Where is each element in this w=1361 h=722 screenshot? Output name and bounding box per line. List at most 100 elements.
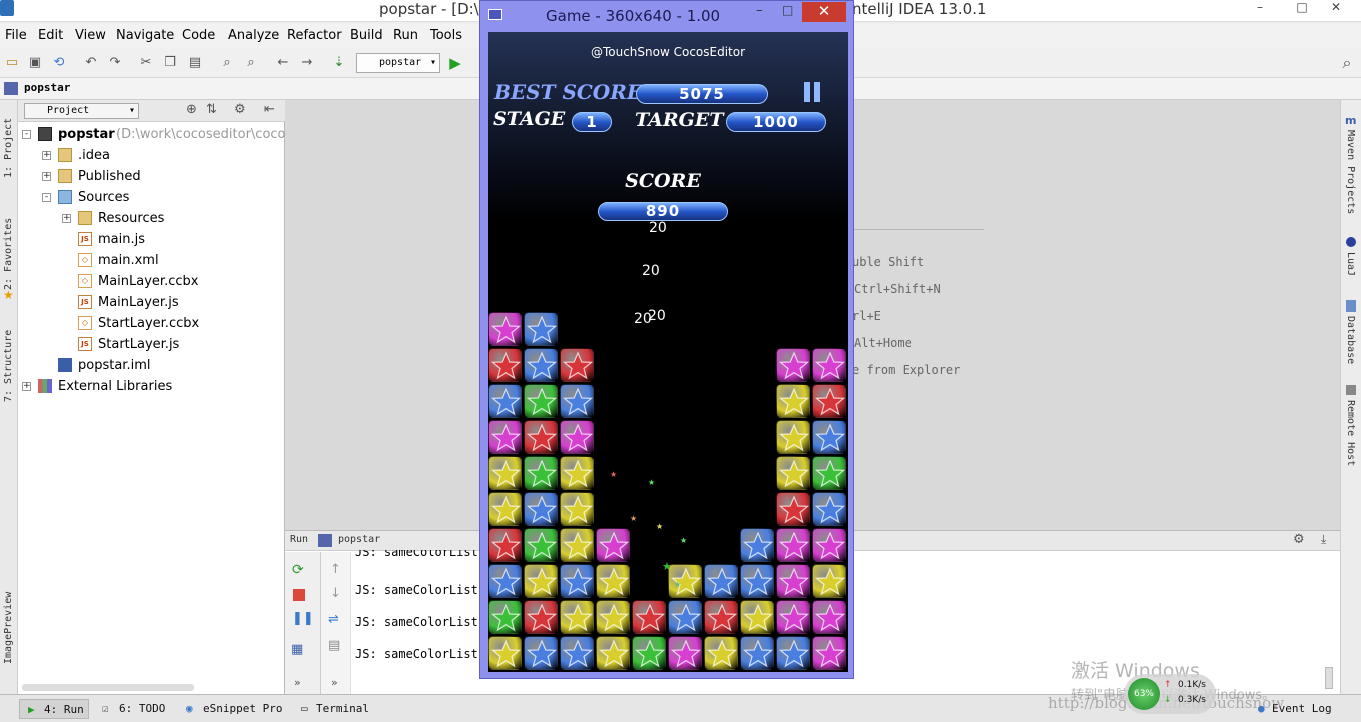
print-icon[interactable]: ▤ [328, 638, 340, 653]
star-tile-blue[interactable] [776, 636, 810, 670]
vertical-scrollbar[interactable] [1325, 667, 1333, 689]
run-config-tab[interactable]: popstar [338, 534, 380, 545]
minimize-button[interactable]: – [756, 3, 763, 18]
tree-file-main-js[interactable]: JS main.js [18, 229, 285, 250]
run-icon[interactable]: ▶ [446, 54, 464, 72]
tab-esnippet[interactable]: ◉ eSnippet Pro [184, 699, 282, 719]
star-tile-purple[interactable] [812, 636, 846, 670]
star-tile-yellow[interactable] [596, 600, 630, 634]
star-tile-blue[interactable] [524, 492, 558, 526]
tree-folder-sources[interactable]: - Sources [18, 187, 285, 208]
expand-toggle-icon[interactable]: + [42, 151, 51, 160]
build-icon[interactable]: ⇣ [330, 54, 348, 72]
tab-terminal[interactable]: ▭ Terminal [299, 699, 369, 719]
star-tile-purple[interactable] [488, 312, 522, 346]
star-tile-red[interactable] [560, 348, 594, 382]
search-icon[interactable]: ⌕ [1338, 54, 1356, 72]
up-icon[interactable]: ↑ [330, 562, 341, 577]
menu-refactor[interactable]: Refactor [287, 28, 342, 43]
tool-tab-favorites[interactable]: 2: Favorites [3, 210, 14, 290]
star-tile-purple[interactable] [560, 420, 594, 454]
star-tile-yellow[interactable] [776, 420, 810, 454]
menu-file[interactable]: File [5, 28, 27, 43]
star-tile-blue[interactable] [740, 528, 774, 562]
menu-view[interactable]: View [75, 28, 106, 43]
tree-file-mainlayer-ccbx[interactable]: ◇ MainLayer.ccbx [18, 271, 285, 292]
star-tile-purple[interactable] [596, 528, 630, 562]
menu-tools[interactable]: Tools [430, 28, 462, 43]
tree-folder-published[interactable]: + Published [18, 166, 285, 187]
star-tile-yellow[interactable] [560, 456, 594, 490]
collapse-icon[interactable]: ⇅ [206, 102, 217, 117]
star-tile-yellow[interactable] [524, 564, 558, 598]
menu-analyze[interactable]: Analyze [228, 28, 279, 43]
network-widget[interactable]: 63% ↑ 0.1K/s ↓ 0.3K/s [1124, 674, 1216, 714]
star-tile-yellow[interactable] [488, 492, 522, 526]
star-tile-blue[interactable] [812, 492, 846, 526]
find-icon[interactable]: ⌕ [218, 54, 236, 72]
horizontal-scrollbar[interactable] [22, 684, 194, 691]
star-tile-green[interactable] [524, 384, 558, 418]
star-tile-red[interactable] [632, 600, 666, 634]
tool-tab-remote-host[interactable]: Remote Host [1345, 400, 1356, 480]
expand-icon[interactable]: » [294, 676, 301, 689]
star-tile-yellow[interactable] [560, 600, 594, 634]
star-tile-blue[interactable] [524, 636, 558, 670]
star-tile-purple[interactable] [812, 348, 846, 382]
menu-edit[interactable]: Edit [38, 28, 63, 43]
star-tile-blue[interactable] [560, 636, 594, 670]
star-tile-yellow[interactable] [740, 600, 774, 634]
pause-icon[interactable] [804, 82, 810, 102]
star-tile-purple[interactable] [812, 600, 846, 634]
star-tile-red[interactable] [776, 492, 810, 526]
star-tile-blue[interactable] [812, 420, 846, 454]
down-icon[interactable]: ↓ [330, 586, 341, 601]
tool-tab-structure[interactable]: 7: Structure [3, 322, 14, 402]
tree-file-popstar-iml[interactable]: popstar.iml [18, 355, 285, 376]
tool-tab-luaj[interactable]: LuaJ [1345, 252, 1356, 282]
tree-file-startlayer-ccbx[interactable]: ◇ StartLayer.ccbx [18, 313, 285, 334]
tool-tab-database[interactable]: Database [1345, 316, 1356, 376]
star-tile-blue[interactable] [524, 312, 558, 346]
tree-file-startlayer-js[interactable]: JS StartLayer.js [18, 334, 285, 355]
star-tile-yellow[interactable] [488, 636, 522, 670]
star-tile-blue[interactable] [560, 564, 594, 598]
rerun-icon[interactable]: ⟳ [292, 562, 304, 578]
tool-tab-project[interactable]: 1: Project [3, 108, 14, 178]
star-tile-yellow[interactable] [596, 564, 630, 598]
collapse-toggle-icon[interactable]: - [42, 193, 51, 202]
star-tile-red[interactable] [524, 600, 558, 634]
stop-icon[interactable] [293, 589, 305, 601]
pause-icon[interactable]: ❚❚ [292, 611, 314, 626]
expand-icon[interactable]: » [331, 676, 338, 689]
expand-toggle-icon[interactable]: + [22, 382, 31, 391]
open-folder-icon[interactable]: ▭ [3, 54, 21, 72]
star-tile-blue[interactable] [488, 564, 522, 598]
tree-root-popstar[interactable]: - popstar (D:\work\cocoseditor\cocosec [18, 124, 307, 145]
breadcrumb[interactable]: popstar [24, 81, 70, 94]
star-tile-purple[interactable] [668, 636, 702, 670]
sync-icon[interactable]: ⟲ [50, 54, 68, 72]
redo-icon[interactable]: ↷ [106, 54, 124, 72]
close-button[interactable]: ✕ [802, 2, 846, 22]
tree-file-main-xml[interactable]: ◇ main.xml [18, 250, 285, 271]
pause-icon[interactable] [814, 82, 820, 102]
star-tile-green[interactable] [524, 528, 558, 562]
menu-run[interactable]: Run [393, 28, 418, 43]
star-tile-purple[interactable] [776, 528, 810, 562]
star-tile-red[interactable] [812, 384, 846, 418]
tree-folder-idea[interactable]: + .idea [18, 145, 285, 166]
hide-panel-icon[interactable]: ⤓ [1321, 532, 1326, 547]
forward-icon[interactable]: → [298, 54, 316, 72]
maximize-button[interactable]: □ [782, 3, 793, 17]
star-tile-blue[interactable] [740, 564, 774, 598]
back-icon[interactable]: ← [274, 54, 292, 72]
game-canvas[interactable]: @TouchSnow CocosEditor BEST SCORE 5075 S… [488, 32, 848, 672]
tool-tab-imagepreview[interactable]: ImagePreview [3, 584, 14, 664]
star-tile-green[interactable] [524, 456, 558, 490]
close-button[interactable]: ✕ [1316, 0, 1356, 18]
layout-icon[interactable]: ▦ [291, 642, 303, 657]
project-view-select[interactable]: Project ▾ [24, 103, 139, 119]
run-config-select[interactable]: popstar ▾ [356, 53, 440, 73]
wrap-icon[interactable]: ⇌ [328, 612, 339, 627]
